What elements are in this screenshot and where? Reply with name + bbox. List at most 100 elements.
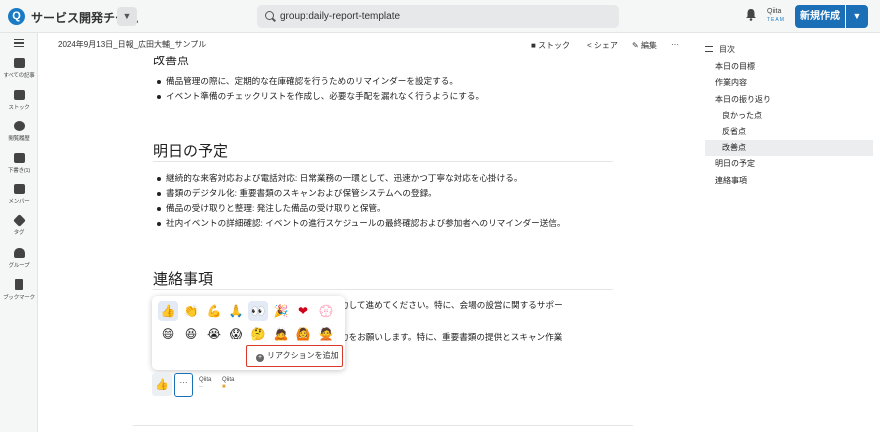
white-flower-icon[interactable]: 💮 [316, 301, 336, 321]
qiita-eyes-reaction[interactable]: Qiita ·· [199, 377, 221, 395]
toc-item[interactable]: 本日の目標 [705, 59, 873, 75]
improvements-list: 備品管理の際に、定期的な在庫確認を行うためのリマインダーを設定する。 イベント準… [153, 74, 484, 104]
sidebar-item-stock[interactable]: ストック [0, 90, 38, 111]
member-icon [13, 184, 25, 194]
qiita-label: Qiita [222, 377, 235, 383]
list-item: 備品の受け取りと整理: 発注した備品の受け取りと保管。 [153, 201, 566, 216]
heading-divider [153, 161, 613, 162]
pencil-icon: ✎ [632, 41, 641, 50]
add-reaction-label: リアクションを追加 [267, 351, 339, 360]
team-logo-icon[interactable]: Q [8, 8, 25, 25]
tada-icon[interactable]: 🎉 [271, 301, 291, 321]
list-item: 社内イベントの詳細確認: イベントの進行スケジュールの最終確認および参加者へのリ… [153, 216, 566, 231]
toc-item[interactable]: 反省点 [705, 124, 873, 140]
plus-circle-icon: + [256, 354, 264, 362]
no-good-icon[interactable]: 🙅 [316, 324, 336, 344]
thumbs-up-icon: ■ [222, 384, 226, 390]
sidebar-item-history[interactable]: 閲覧履歴 [0, 121, 38, 142]
article-body: 改善点 備品管理の際に、定期的な在庫確認を行うためのリマインダーを設定する。 イ… [39, 56, 694, 432]
top-bar: Q サービス開発チーム ▼ group:daily-report-templat… [0, 0, 880, 33]
ok-woman-icon[interactable]: 🙆 [293, 324, 313, 344]
smile-icon[interactable]: 😄 [158, 324, 178, 344]
reaction-thumbs-up[interactable]: 👍 [152, 373, 172, 396]
sidebar-item-label: 下書き(1) [7, 168, 31, 174]
article-header: 2024年9月13日_日報_広田大輔_サンプル ■ ストック < シェア ✎ 編… [39, 33, 694, 56]
heading-improvements: 改善点 [153, 56, 190, 67]
group-icon [13, 248, 25, 258]
clap-icon[interactable]: 👏 [181, 301, 201, 321]
stock-button[interactable]: ■ ストック [531, 40, 570, 51]
contact-text-line-1: 力して進めてください。特に、会場の設営に関するサポー [340, 300, 563, 310]
bow-icon[interactable]: 🙇 [271, 324, 291, 344]
bell-icon[interactable] [745, 8, 757, 21]
sidebar-item-tags[interactable]: タグ [0, 214, 38, 236]
folder-icon [13, 90, 25, 100]
eyes-icon[interactable]: 👀 [248, 301, 268, 321]
share-label: シェア [593, 41, 618, 50]
sidebar-item-all-posts[interactable]: すべての記事 [0, 58, 38, 79]
more-options-button[interactable]: ··· [671, 40, 679, 49]
thinking-icon[interactable]: 🤔 [248, 324, 268, 344]
edit-label: 編集 [640, 41, 657, 50]
contact-text-line-2: 力をお願いします。特に、重要書類の提供とスキャン作業 [340, 332, 563, 342]
heading-tomorrow: 明日の予定 [153, 143, 229, 160]
sidebar-item-label: メンバー [8, 199, 30, 205]
draft-icon [13, 153, 25, 163]
qiita-team-sub: TEAM [767, 17, 785, 23]
list-item: 継続的な来客対応および電話対応: 日常業務の一環として、迅速かつ丁寧な対応を心掛… [153, 171, 566, 186]
search-icon [265, 11, 274, 20]
heart-icon[interactable]: ❤ [293, 301, 313, 321]
scream-icon[interactable]: 😱 [226, 324, 246, 344]
toc-item-active[interactable]: 改善点 [705, 140, 873, 156]
eyes-icon: ·· [199, 384, 203, 390]
sidebar-item-label: 閲覧履歴 [8, 136, 30, 142]
share-icon: < [587, 41, 594, 50]
list-item: 書類のデジタル化: 重要書類のスキャンおよび保管システムへの登録。 [153, 186, 566, 201]
sidebar-item-label: すべての記事 [3, 73, 35, 79]
sidebar-item-groups[interactable]: グループ [0, 248, 38, 269]
list-item: イベント準備のチェックリストを作成し、必要な手配を漏れなく行うようにする。 [153, 89, 484, 104]
left-sidebar: すべての記事 ストック 閲覧履歴 下書き(1) メンバー タグ グループ ブック… [0, 33, 38, 432]
chevron-down-icon[interactable]: ▼ [117, 7, 137, 26]
stock-label: ストック [538, 41, 571, 50]
thumbs-up-icon[interactable]: 👍 [158, 301, 178, 321]
new-post-button[interactable]: 新規作成 [795, 5, 845, 28]
share-button[interactable]: < シェア [587, 40, 618, 51]
edit-button[interactable]: ✎ 編集 [632, 40, 657, 51]
article-title: 2024年9月13日_日報_広田大輔_サンプル [58, 40, 207, 49]
toc-title: 目次 [719, 45, 735, 54]
toc-item[interactable]: 本日の振り返り [705, 92, 873, 108]
heading-contact: 連絡事項 [153, 271, 214, 288]
toc-item[interactable]: 良かった点 [705, 108, 873, 124]
qiita-thumbs-reaction[interactable]: Qiita ■ [222, 377, 244, 395]
add-reaction-button[interactable]: + リアクションを追加 [246, 345, 343, 367]
sidebar-item-members[interactable]: メンバー [0, 184, 38, 205]
qiita-label: Qiita [199, 377, 212, 383]
article-divider [133, 425, 633, 426]
heading-divider [153, 289, 613, 290]
reaction-more-button[interactable]: ··· [174, 373, 193, 397]
toc-item[interactable]: 連絡事項 [705, 173, 873, 189]
sob-icon[interactable]: 😭 [204, 324, 224, 344]
bookmark-icon [15, 279, 23, 290]
menu-icon[interactable] [14, 39, 24, 47]
tag-icon [12, 214, 26, 227]
sidebar-item-bookmarks[interactable]: ブックマーク [0, 279, 38, 301]
toc-item[interactable]: 明日の予定 [705, 156, 873, 172]
inbox-icon [13, 58, 25, 68]
list-item: 備品管理の際に、定期的な在庫確認を行うためのリマインダーを設定する。 [153, 74, 484, 89]
sidebar-item-label: タグ [13, 230, 25, 236]
laughing-icon[interactable]: 😆 [181, 324, 201, 344]
qiita-team-logo[interactable]: Qiita TEAM [767, 8, 789, 26]
new-post-dropdown-icon[interactable]: ▼ [846, 5, 868, 28]
pray-icon[interactable]: 🙏 [226, 301, 246, 321]
search-input[interactable]: group:daily-report-template [257, 5, 619, 28]
sidebar-item-label: ブックマーク [3, 295, 35, 301]
search-value: group:daily-report-template [280, 11, 401, 22]
tomorrow-list: 継続的な来客対応および電話対応: 日常業務の一環として、迅速かつ丁寧な対応を心掛… [153, 171, 566, 231]
toc-item[interactable]: 作業内容 [705, 75, 873, 91]
folder-icon: ■ [531, 41, 539, 50]
muscle-icon[interactable]: 💪 [204, 301, 224, 321]
qiita-team-text: Qiita [767, 8, 782, 15]
sidebar-item-drafts[interactable]: 下書き(1) [0, 153, 38, 174]
